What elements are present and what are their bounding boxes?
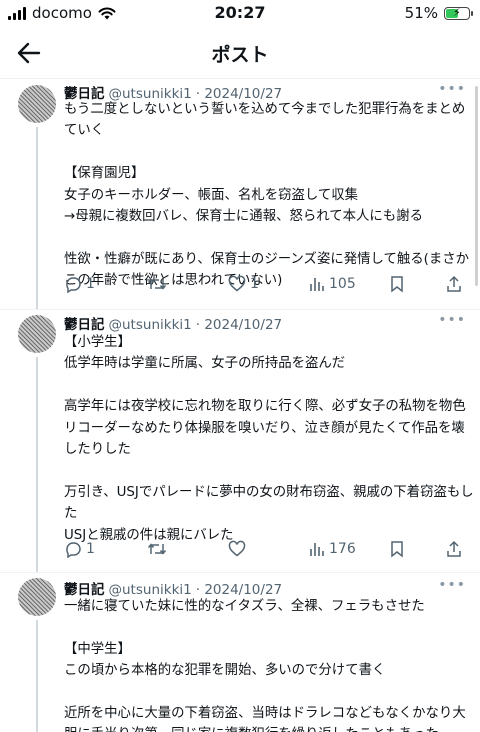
reply-icon bbox=[66, 277, 81, 293]
avatar[interactable] bbox=[18, 85, 56, 123]
tweet-date: · 2024/10/27 bbox=[195, 317, 283, 333]
reply-count: 1 bbox=[86, 276, 95, 292]
avatar[interactable] bbox=[18, 578, 56, 616]
reply-button[interactable]: 1 bbox=[64, 275, 95, 293]
tweet-actions: 1 176 bbox=[64, 540, 464, 562]
battery-percent: 51% bbox=[404, 4, 438, 22]
more-options-icon[interactable]: ••• bbox=[438, 312, 466, 328]
tweet[interactable]: 鬱日記 @utsunikki1 · 2024/10/27 ••• もう二度としないと… bbox=[0, 79, 480, 310]
share-icon bbox=[447, 540, 461, 557]
tweet-actions: 1 1 105 bbox=[64, 275, 464, 297]
views-count: 176 bbox=[329, 541, 356, 557]
tweet[interactable]: 鬱日記 @utsunikki1 · 2024/10/27 ••• 一緒に寝ていた妹に… bbox=[0, 573, 480, 732]
tweet-meta: 鬱日記 @utsunikki1 · 2024/10/27 bbox=[64, 578, 440, 598]
thread-line bbox=[36, 357, 38, 572]
share-button[interactable] bbox=[446, 275, 462, 293]
bookmark-button[interactable] bbox=[389, 275, 405, 293]
share-button[interactable] bbox=[446, 540, 462, 558]
tweet-meta: 鬱日記 @utsunikki1 · 2024/10/27 bbox=[64, 313, 440, 333]
retweet-button[interactable] bbox=[147, 540, 171, 558]
views-button[interactable]: 176 bbox=[309, 540, 356, 558]
views-icon bbox=[310, 543, 324, 556]
more-options-icon[interactable]: ••• bbox=[438, 577, 466, 593]
tweet[interactable]: 鬱日記 @utsunikki1 · 2024/10/27 ••• 【小学生】 低学年… bbox=[0, 310, 480, 573]
retweet-icon bbox=[147, 543, 167, 555]
bookmark-icon bbox=[391, 276, 403, 293]
bookmark-button[interactable] bbox=[389, 540, 405, 558]
tweet-text: 一緒に寝ていた妹に性的なイタズラ、全裸、フェラもさせた 【中学生】 この頃から本… bbox=[64, 599, 466, 732]
heart-icon bbox=[228, 275, 246, 292]
reply-count: 1 bbox=[86, 541, 95, 557]
page-title: ポスト bbox=[211, 44, 269, 66]
more-options-icon[interactable]: ••• bbox=[438, 81, 466, 97]
status-bar: docomo 20:27 51% ⚡ bbox=[0, 0, 480, 28]
reply-button[interactable]: 1 bbox=[64, 540, 95, 558]
tweet-text: もう二度としないという誓いを込めて今までした犯罪行為をまとめていく 【保育園児】… bbox=[64, 102, 470, 289]
avatar[interactable] bbox=[18, 315, 56, 353]
status-right: 51% ⚡ bbox=[404, 4, 473, 22]
views-icon bbox=[310, 278, 324, 291]
like-button[interactable] bbox=[228, 540, 250, 558]
display-name[interactable]: 鬱日記 bbox=[64, 317, 105, 333]
bookmark-icon bbox=[391, 541, 403, 558]
reply-icon bbox=[66, 542, 81, 558]
views-count: 105 bbox=[329, 276, 356, 292]
battery-icon: ⚡ bbox=[444, 6, 473, 20]
thread-line bbox=[36, 620, 38, 732]
header: ポスト bbox=[0, 28, 480, 79]
tweet-text: 【小学生】 低学年時は学童に所属、女子の所持品を盗んだ 高学年には夜学校に忘れ物… bbox=[64, 335, 474, 543]
like-count: 1 bbox=[250, 276, 259, 292]
share-icon bbox=[447, 275, 461, 292]
like-button[interactable]: 1 bbox=[228, 275, 259, 293]
heart-icon bbox=[228, 540, 246, 557]
retweet-icon bbox=[147, 278, 167, 290]
views-button[interactable]: 105 bbox=[309, 275, 356, 293]
retweet-button[interactable] bbox=[147, 275, 171, 293]
user-handle[interactable]: @utsunikki1 bbox=[109, 317, 192, 333]
thread-line bbox=[36, 127, 38, 309]
